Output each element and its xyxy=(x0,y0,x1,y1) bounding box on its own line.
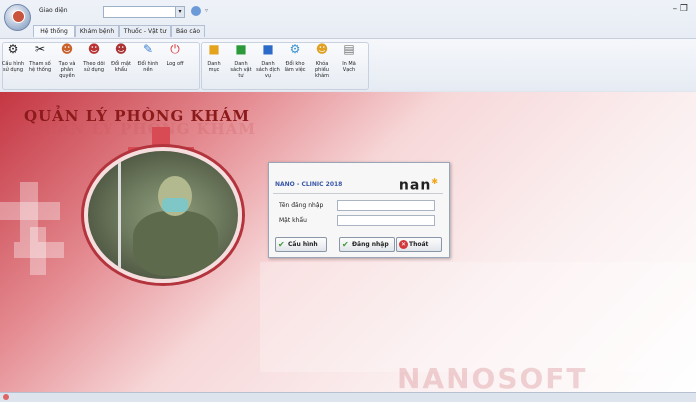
quick-access-toolbar: Giao diện ▾ ▿ xyxy=(33,4,243,18)
book-icon: ■ xyxy=(235,42,247,56)
check-icon: ✔ xyxy=(342,240,349,249)
globe-icon[interactable] xyxy=(191,6,201,16)
tab-bao-cao[interactable]: Báo cáo xyxy=(171,25,205,37)
status-icon xyxy=(3,394,9,400)
config-usage-button[interactable]: ⚙ Cấu hình sử dụng xyxy=(2,42,24,86)
close-icon: ✕ xyxy=(399,240,408,249)
lock-exam-button[interactable]: ☻ Khóa phiếu khám xyxy=(313,42,331,86)
warehouse-icon: ⚙ xyxy=(289,42,301,56)
supply-list-button[interactable]: ■ Danh sách vật tư xyxy=(230,42,251,86)
user-key-icon: ☻ xyxy=(114,42,128,56)
config-button[interactable]: ✔ Cấu hình xyxy=(275,237,327,252)
user-watch-icon: ☻ xyxy=(87,42,101,56)
system-params-button[interactable]: ✂ Tham số hệ thống xyxy=(29,42,51,86)
power-icon: ⏻ xyxy=(170,42,180,56)
check-icon: ✔ xyxy=(278,240,285,249)
nano-logo: nan✱ xyxy=(398,177,439,194)
tab-he-thong[interactable]: Hệ thống xyxy=(33,25,75,37)
change-warehouse-button[interactable]: ⚙ Đổi kho làm việc xyxy=(284,42,305,86)
qat-dropdown-icon[interactable]: ▿ xyxy=(205,7,208,14)
decor-cross xyxy=(30,227,46,275)
brand-watermark: NANOSOFT xyxy=(397,362,588,392)
book-icon: ■ xyxy=(208,42,220,56)
create-permissions-button[interactable]: ☻ Tạo và phân quyền xyxy=(58,42,76,86)
app-header: Giao diện ▾ ▿ – ❐ Hệ thống Khám bệnh Thu… xyxy=(0,0,696,93)
page-title: QUẢN LÝ PHÒNG KHÁM xyxy=(24,107,250,125)
user-add-icon: ☻ xyxy=(60,42,74,56)
tools-icon: ✂ xyxy=(34,42,46,56)
username-label: Tên đăng nhập xyxy=(279,202,324,209)
log-off-button[interactable]: ⏻ Log off xyxy=(166,42,184,86)
decor-band xyxy=(260,262,696,372)
password-input[interactable] xyxy=(337,215,435,226)
username-input[interactable] xyxy=(337,200,435,211)
print-barcode-button[interactable]: ▤ In Mã Vạch xyxy=(340,42,358,86)
ribbon-panel: ⚙ Cấu hình sử dụng ✂ Tham số hệ thống ☻ Tạo… xyxy=(0,38,696,91)
paint-icon: ✎ xyxy=(142,42,154,56)
track-usage-button[interactable]: ☻ Theo dõi sử dụng xyxy=(83,42,105,86)
window-controls[interactable]: – ❐ xyxy=(673,4,688,14)
product-name: NANO - CLINIC 2018 xyxy=(275,181,343,188)
change-password-button[interactable]: ☻ Đổi mật khẩu xyxy=(111,42,131,86)
login-button[interactable]: ✔ Đăng nhập xyxy=(339,237,395,252)
service-list-button[interactable]: ■ Danh sách dịch vụ xyxy=(256,42,280,86)
tab-thuoc-vat-tu[interactable]: Thuốc - Vật tư xyxy=(119,25,171,37)
skin-select[interactable]: ▾ xyxy=(103,6,185,18)
change-background-button[interactable]: ✎ Đổi hình nền xyxy=(138,42,159,86)
catalog-button[interactable]: ■ Danh mục xyxy=(205,42,223,86)
exit-button[interactable]: ✕ Thoát xyxy=(396,237,442,252)
lock-icon: ☻ xyxy=(315,42,329,56)
barcode-icon: ▤ xyxy=(343,42,355,56)
app-logo-icon xyxy=(12,10,25,23)
login-dialog: NANO - CLINIC 2018 nan✱ Tên đăng nhập Mậ… xyxy=(268,162,450,258)
doctor-photo xyxy=(84,147,242,283)
skin-label: Giao diện xyxy=(39,7,68,14)
gear-icon: ⚙ xyxy=(7,42,19,56)
book-icon: ■ xyxy=(262,42,274,56)
tab-kham-benh[interactable]: Khám bệnh xyxy=(75,25,119,37)
login-button-bar: ✔ Cấu hình ✔ Đăng nhập ✕ Thoát xyxy=(271,237,447,253)
chevron-down-icon: ▾ xyxy=(175,7,184,17)
app-menu-button[interactable] xyxy=(4,4,31,31)
login-header: NANO - CLINIC 2018 nan✱ xyxy=(273,173,443,194)
password-label: Mật khẩu xyxy=(279,217,307,224)
